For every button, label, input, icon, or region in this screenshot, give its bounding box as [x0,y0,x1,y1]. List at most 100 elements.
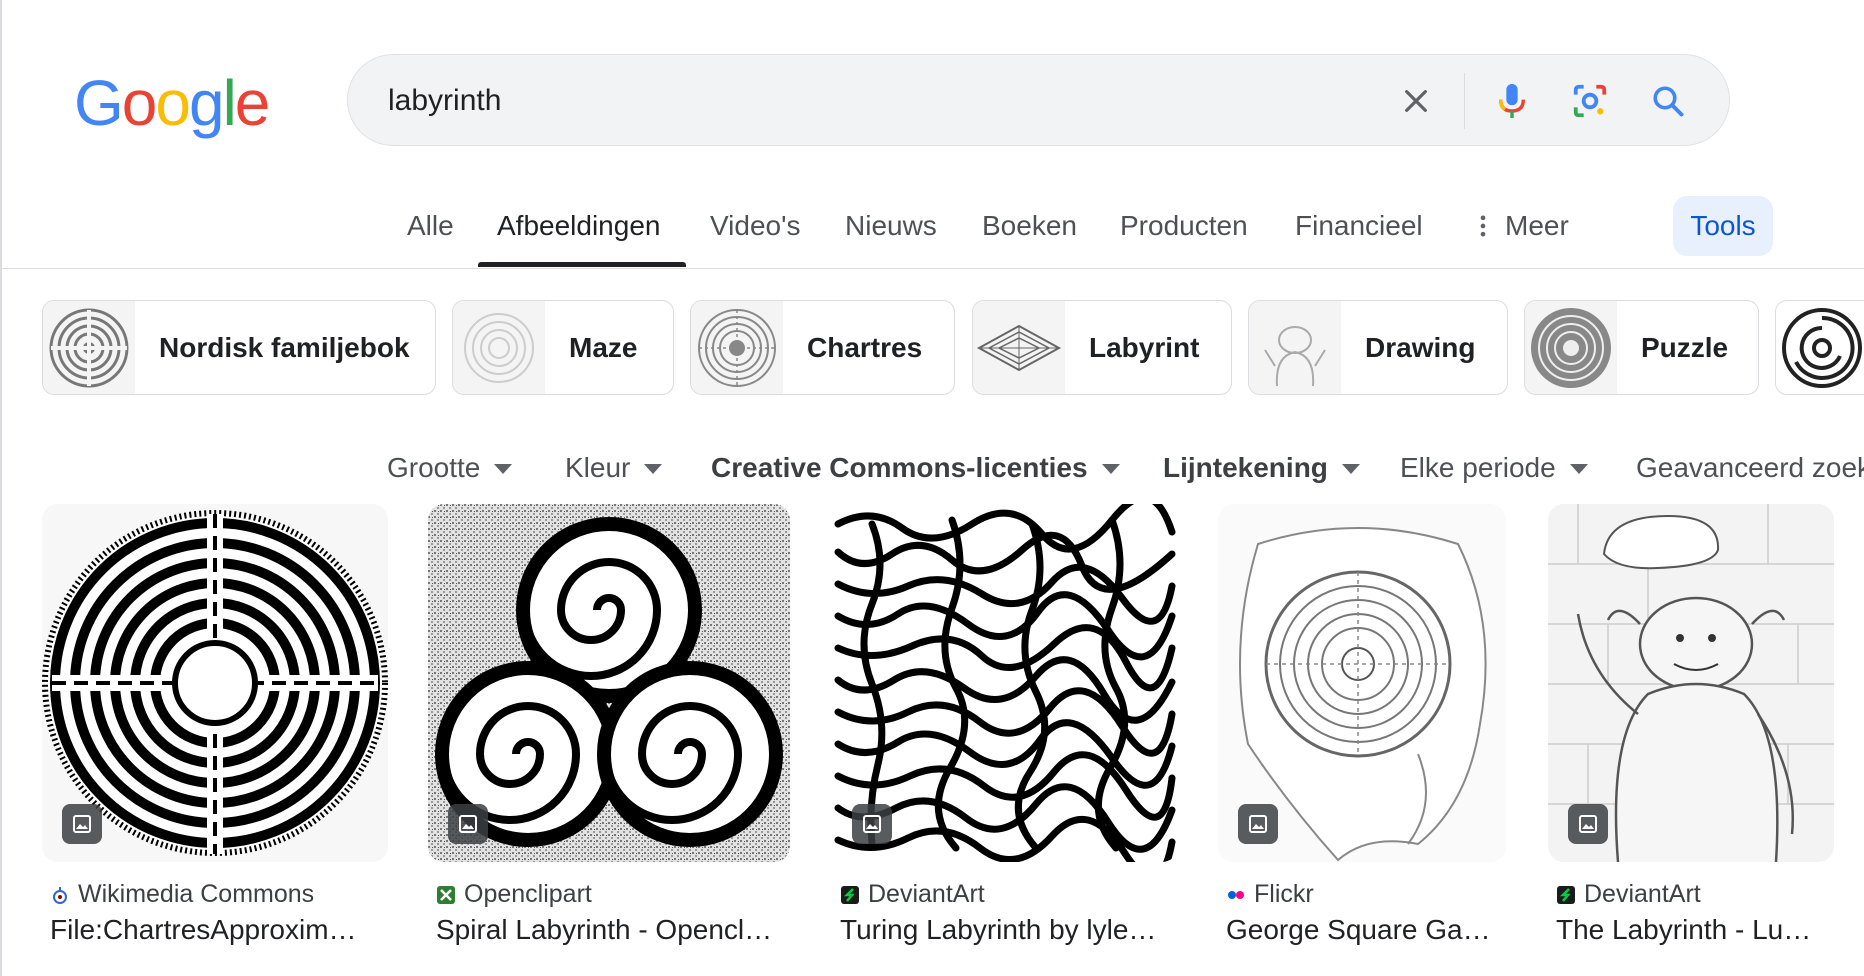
filter-label: Elke periode [1400,452,1556,483]
logo-letter: o [121,67,158,139]
logo-letter: G [74,67,124,139]
more-vert-icon [1480,215,1486,237]
chip-thumbnail [1249,301,1341,394]
chip-nordisk-familjebok[interactable]: Nordisk familjebok [42,300,436,395]
filter-label: Lijntekening [1163,452,1328,483]
result-card[interactable]: DeviantArt Turing Labyrinth by lyle… [832,504,1178,945]
google-logo[interactable]: G o o g l e [74,66,270,139]
tab-nieuws[interactable]: Nieuws [845,210,937,242]
tab-boeken[interactable]: Boeken [982,210,1077,242]
result-image[interactable] [428,504,790,862]
chip-label: Labyrint [1089,331,1200,363]
wikimedia-icon [50,885,70,905]
flickr-icon [1226,885,1246,905]
active-tab-indicator [478,262,686,267]
tabs-divider [0,268,1864,269]
result-source-label: Openclipart [464,880,592,908]
result-title[interactable]: George Square Ga… [1226,914,1498,946]
image-icon [1238,804,1278,844]
result-image[interactable] [832,504,1178,862]
tools-button[interactable]: Tools [1673,196,1773,256]
chip-label: Puzzle [1641,331,1729,363]
result-source[interactable]: Wikimedia Commons [50,880,314,909]
logo-letter: e [234,67,271,139]
tab-videos[interactable]: Video's [710,210,800,242]
result-title[interactable]: Turing Labyrinth by lyle… [840,914,1170,946]
window-edge [0,0,2,976]
result-image[interactable] [42,504,388,862]
caret-down-icon [644,464,663,474]
search-input[interactable] [388,79,1288,123]
filter-creative-commons[interactable]: Creative Commons-licenties [711,452,1120,484]
image-icon [62,804,102,844]
filter-label: Grootte [387,452,481,483]
tab-alle[interactable]: Alle [407,210,454,242]
caret-down-icon [494,464,513,474]
result-source[interactable]: Flickr [1226,880,1314,909]
result-source[interactable]: DeviantArt [1556,880,1701,909]
image-icon [852,804,892,844]
chip-maze[interactable]: Maze [452,300,674,395]
result-card[interactable]: Openclipart Spiral Labyrinth - Opencl… [428,504,790,945]
filter-elke-periode[interactable]: Elke periode [1400,452,1588,484]
tab-producten[interactable]: Producten [1120,210,1248,242]
filter-grootte[interactable]: Grootte [387,452,513,484]
result-source-label: DeviantArt [1584,880,1701,908]
filter-kleur[interactable]: Kleur [565,452,663,484]
image-icon [1568,804,1608,844]
chip-drawing[interactable]: Drawing [1248,300,1508,395]
result-card[interactable]: Wikimedia Commons File:ChartresApproxim… [42,504,388,945]
deviantart-icon [840,885,860,905]
result-title[interactable]: The Labyrinth - Lu… [1556,914,1828,946]
chip-thumbnail [43,301,135,394]
filter-geavanceerd-zoeken[interactable]: Geavanceerd zoeken [1636,452,1864,484]
chip-thumbnail [1776,301,1864,394]
tab-meer[interactable]: Meer [1475,210,1569,242]
chip-labyrint[interactable]: Labyrint [972,300,1232,395]
tab-afbeeldingen[interactable]: Afbeeldingen [497,210,660,242]
lens-icon[interactable] [1566,77,1614,125]
chip-label: Chartres [807,331,923,363]
search-icon[interactable] [1644,77,1692,125]
chip-label: Nordisk familjebok [159,331,410,363]
deviantart-icon [1556,885,1576,905]
result-image[interactable] [1218,504,1506,862]
search-divider [1464,73,1465,129]
result-source[interactable]: Openclipart [436,880,592,909]
search-tabs: Alle Afbeeldingen Video's Nieuws Boeken … [0,196,1864,270]
result-title[interactable]: File:ChartresApproxim… [50,914,380,946]
logo-letter: o [155,67,191,139]
result-card[interactable]: DeviantArt The Labyrinth - Lu… [1548,504,1834,945]
result-title[interactable]: Spiral Labyrinth - Opencl… [436,914,782,946]
filter-label: Kleur [565,452,631,483]
tab-meer-label: Meer [1505,210,1569,241]
filter-lijntekening[interactable]: Lijntekening [1163,452,1360,484]
result-card[interactable]: Flickr George Square Ga… [1218,504,1506,945]
result-image[interactable] [1548,504,1834,862]
microphone-icon[interactable] [1488,77,1536,125]
chip-thumbnail [1525,301,1617,394]
chip-puzzle[interactable]: Puzzle [1524,300,1759,395]
result-source-label: Wikimedia Commons [78,880,315,908]
caret-down-icon [1101,464,1120,474]
result-source-label: Flickr [1254,880,1314,908]
chip-partial[interactable] [1775,300,1864,395]
logo-letter: l [222,67,237,139]
chip-label: Maze [569,331,638,363]
result-source[interactable]: DeviantArt [840,880,985,909]
close-icon[interactable] [1392,77,1440,125]
chip-thumbnail [973,301,1065,394]
result-source-label: DeviantArt [868,880,985,908]
image-icon [448,804,488,844]
filter-label: Creative Commons-licenties [711,452,1088,483]
chip-thumbnail [691,301,783,394]
chip-chartres[interactable]: Chartres [690,300,955,395]
search-box [347,54,1730,146]
tab-financieel[interactable]: Financieel [1295,210,1423,242]
chip-thumbnail [453,301,545,394]
chip-label: Drawing [1365,331,1476,363]
caret-down-icon [1569,464,1588,474]
filter-label: Geavanceerd zoeken [1636,452,1864,483]
logo-letter: g [188,67,225,139]
openclipart-icon [436,885,456,905]
